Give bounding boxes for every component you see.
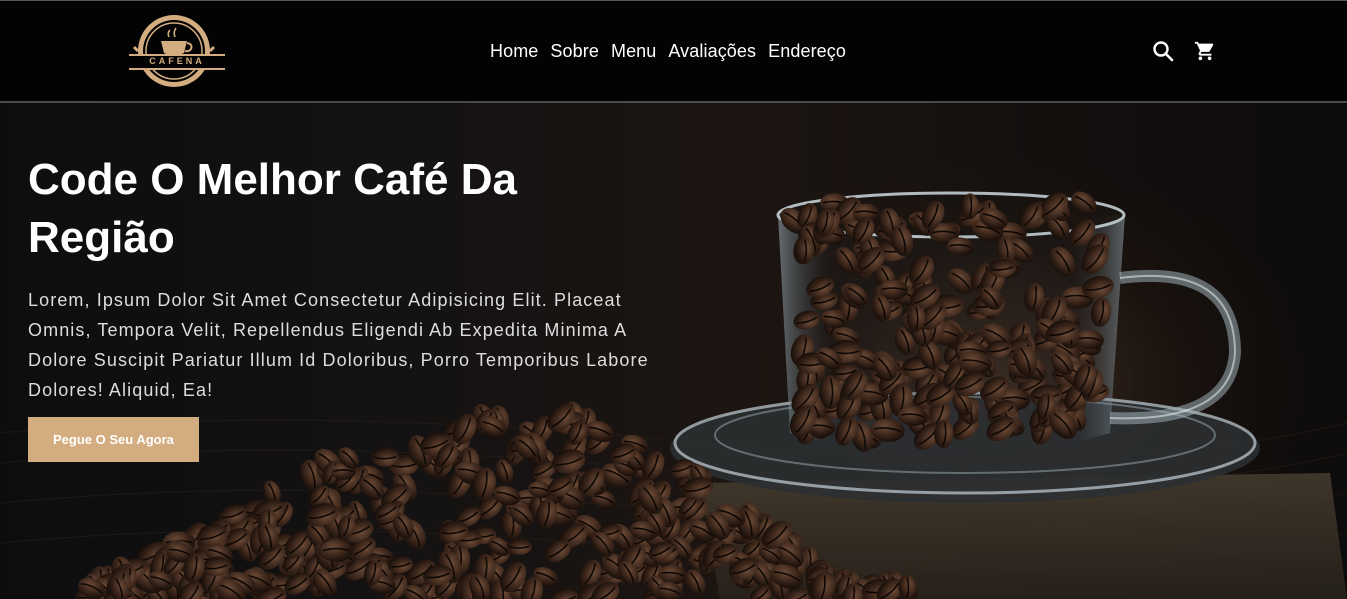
hero-description: Lorem, Ipsum Dolor Sit Amet Consectetur … xyxy=(28,290,649,400)
cta-button[interactable]: Pegue O Seu Agora xyxy=(28,417,199,462)
hero-section: Code O Melhor Café Da Região Lorem, Ipsu… xyxy=(0,103,1347,599)
site-header: CAFENA Home Sobre Menu Avaliações Endere… xyxy=(0,0,1347,103)
cart-button[interactable] xyxy=(1193,38,1217,64)
nav-avaliacoes[interactable]: Avaliações xyxy=(668,41,756,62)
nav-home[interactable]: Home xyxy=(490,41,538,62)
cafena-logo[interactable]: CAFENA xyxy=(129,11,227,91)
coffee-cup-icon xyxy=(129,15,225,87)
search-button[interactable] xyxy=(1151,38,1175,64)
logo-text: CAFENA xyxy=(149,56,205,66)
nav-endereco[interactable]: Endereço xyxy=(768,41,846,62)
header-icons xyxy=(1151,38,1217,64)
main-nav: Home Sobre Menu Avaliações Endereço xyxy=(490,41,846,62)
hero-title: Code O Melhor Café Da Região xyxy=(28,155,517,262)
nav-menu[interactable]: Menu xyxy=(611,41,656,62)
nav-sobre[interactable]: Sobre xyxy=(550,41,599,62)
search-icon xyxy=(1153,41,1174,62)
hero-content: Code O Melhor Café Da Região Lorem, Ipsu… xyxy=(28,151,668,462)
cart-icon xyxy=(1194,41,1214,61)
